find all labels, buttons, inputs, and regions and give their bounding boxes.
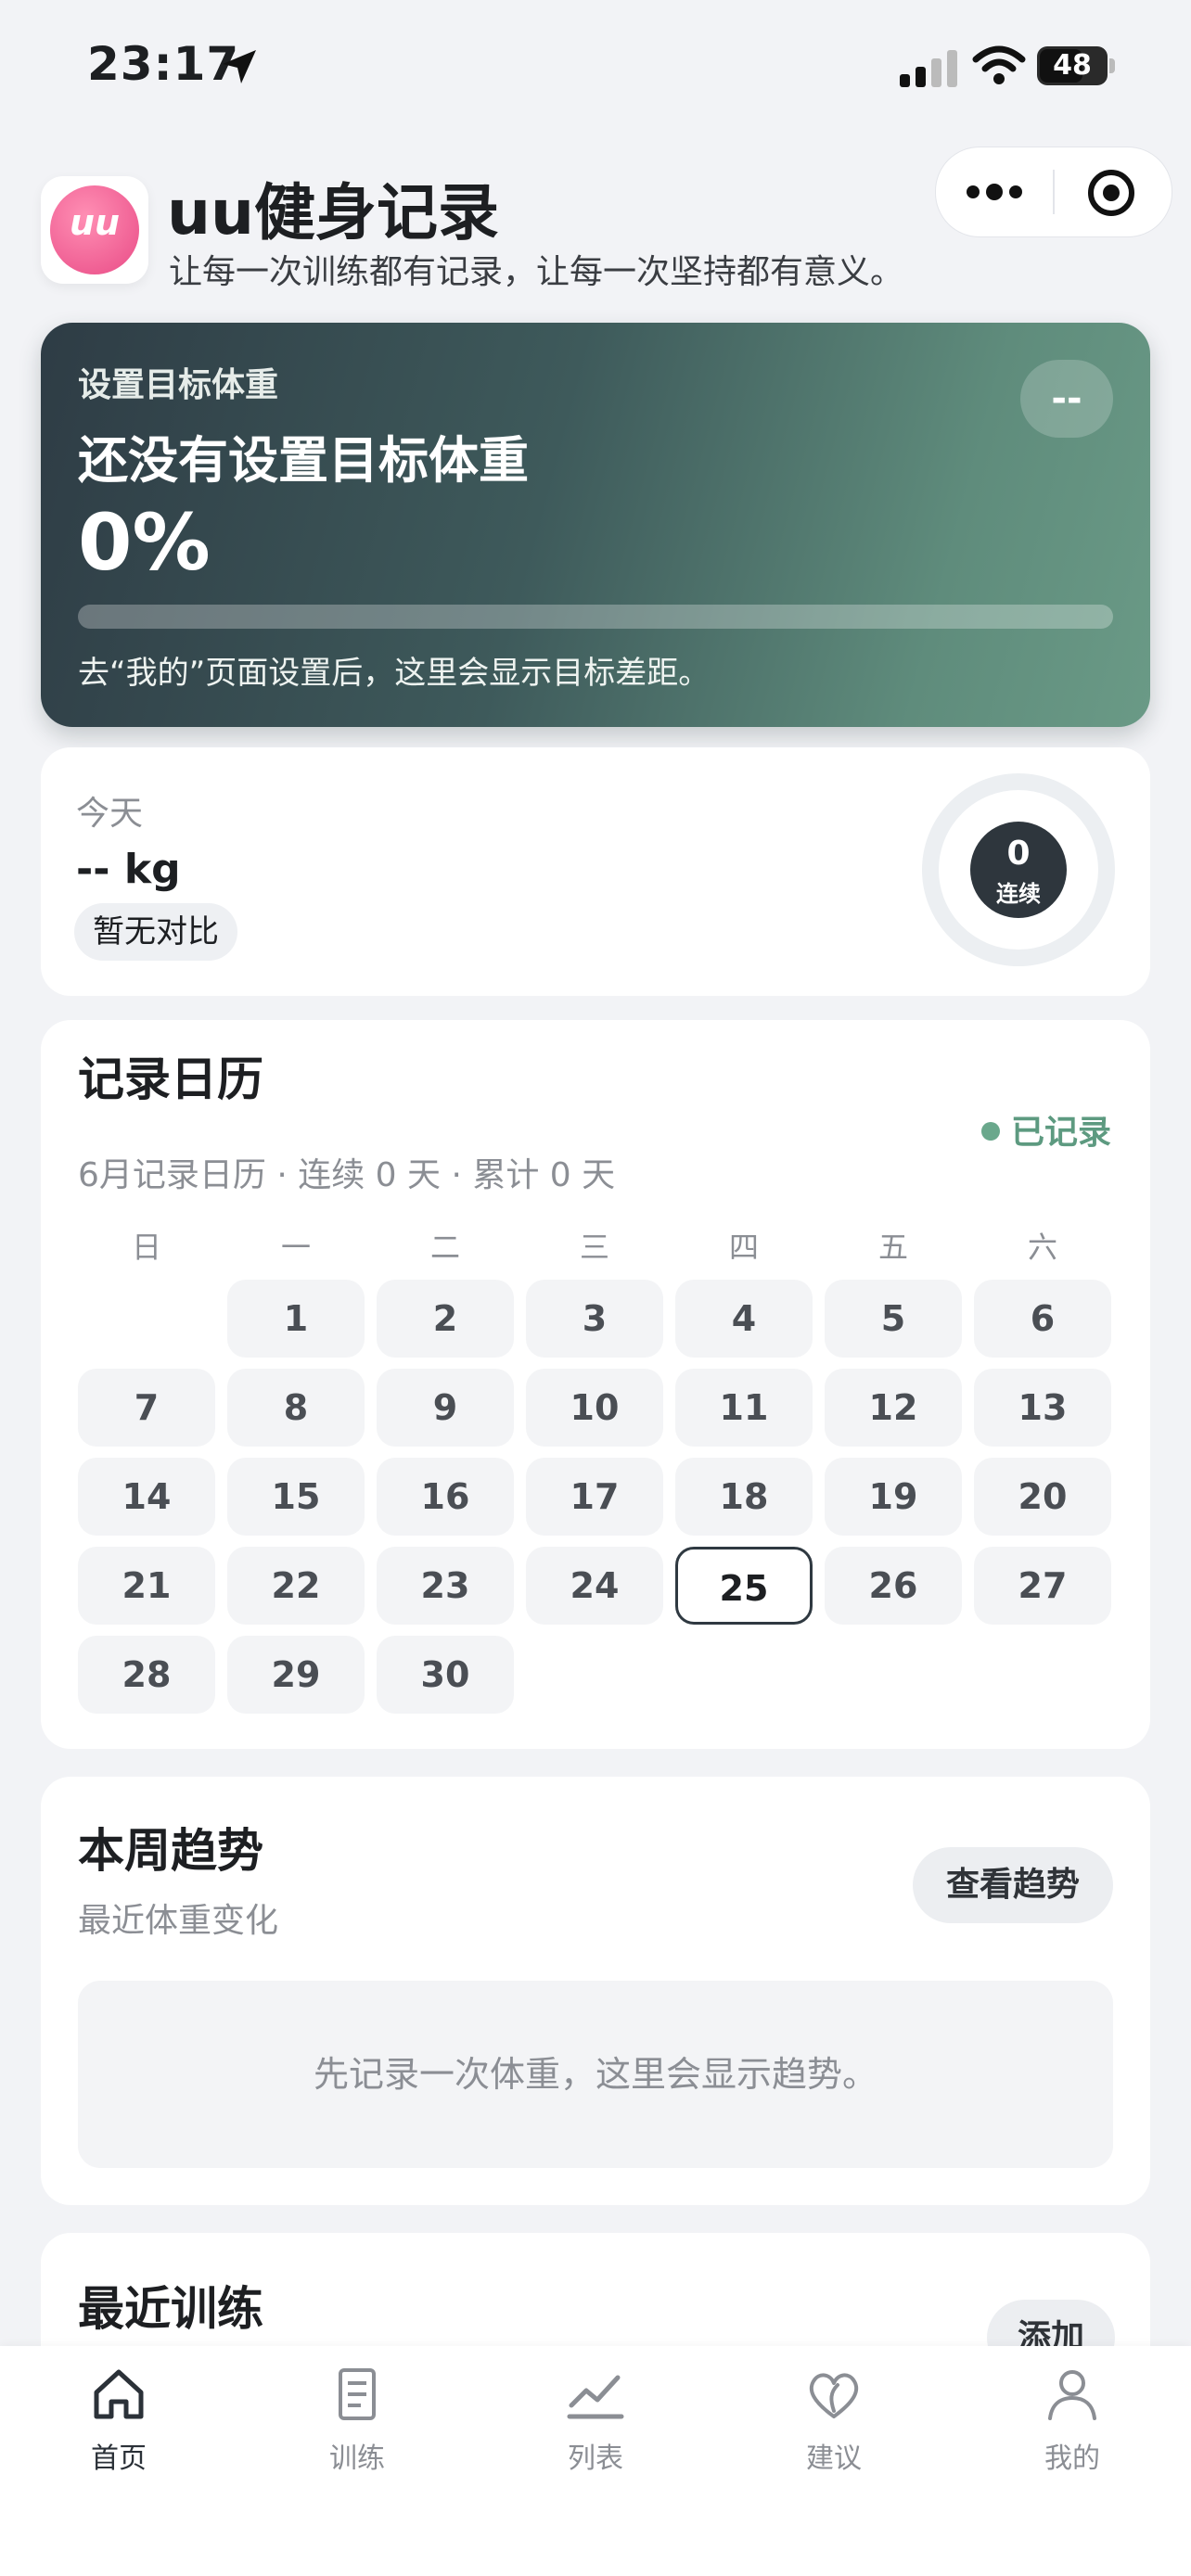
miniprogram-capsule (935, 147, 1172, 237)
capsule-divider (1053, 170, 1055, 214)
weekday-label: 六 (1027, 1230, 1057, 1265)
home-icon (94, 2369, 144, 2419)
calendar-day[interactable]: 22 (227, 1547, 365, 1625)
more-dots-icon[interactable] (964, 175, 1025, 209)
app-logo-text: uu (69, 202, 121, 243)
recorded-dot-icon (981, 1122, 1000, 1141)
calendar-day[interactable]: 13 (974, 1369, 1111, 1447)
calendar-day[interactable]: 18 (675, 1458, 813, 1536)
streak-ring: 0 连续 (922, 773, 1115, 966)
tab-home[interactable]: 首页 (45, 2365, 193, 2476)
calendar-day[interactable]: 20 (974, 1458, 1111, 1536)
weekday-label: 四 (728, 1230, 759, 1265)
tab-label: 首页 (91, 2442, 147, 2475)
compare-badge: 暂无对比 (74, 903, 237, 961)
app-subtitle: 让每一次训练都有记录，让每一次坚持都有意义。 (169, 253, 904, 291)
weekday-label: 一 (280, 1230, 311, 1265)
calendar-day[interactable]: 7 (78, 1369, 215, 1447)
calendar-day[interactable]: 15 (227, 1458, 365, 1536)
calendar-day[interactable]: 28 (78, 1636, 215, 1714)
legend-label: 已记录 (1011, 1114, 1112, 1152)
bottom-tab-bar: 首页 训练 列表 建议 我的 (0, 2346, 1191, 2576)
calendar-day[interactable]: 21 (78, 1547, 215, 1625)
calendar-day[interactable]: 12 (825, 1369, 962, 1447)
weekday-label: 三 (579, 1230, 609, 1265)
calendar-day[interactable]: 5 (825, 1280, 962, 1358)
tab-label: 列表 (568, 2442, 623, 2475)
battery-level: 48 (1053, 49, 1092, 82)
wifi-icon (972, 45, 1026, 84)
calendar-card: 记录日历 已记录 6月记录日历 · 连续 0 天 · 累计 0 天 日 一 二 三 四 五… (41, 1020, 1150, 1749)
tab-label: 建议 (806, 2442, 862, 2475)
view-trend-button[interactable]: 查看趋势 (913, 1847, 1113, 1923)
calendar-day[interactable]: 29 (227, 1636, 365, 1714)
battery-cap (1109, 58, 1115, 73)
tab-list[interactable]: 列表 (521, 2365, 670, 2476)
calendar-day[interactable]: 11 (675, 1369, 813, 1447)
close-target-icon[interactable] (1086, 168, 1136, 218)
calendar-day[interactable]: 4 (675, 1280, 813, 1358)
calendar-day[interactable]: 9 (377, 1369, 514, 1447)
app-logo: uu (41, 176, 148, 284)
goal-badge: -- (1020, 360, 1113, 438)
today-weight: -- kg (76, 846, 181, 893)
calendar-subtitle: 6月记录日历 · 连续 0 天 · 累计 0 天 (78, 1156, 616, 1194)
goal-label: 设置目标体重 (78, 366, 279, 404)
calendar-day[interactable]: 3 (526, 1280, 663, 1358)
calendar-day[interactable]: 1 (227, 1280, 365, 1358)
streak-indicator: 0 连续 (970, 822, 1067, 918)
app-title: uu健身记录 (167, 177, 499, 249)
calendar-title: 记录日历 (78, 1052, 263, 1106)
tab-label: 我的 (1044, 2442, 1100, 2475)
goal-title: 还没有设置目标体重 (78, 431, 529, 490)
calendar-day[interactable]: 19 (825, 1458, 962, 1536)
calendar-day[interactable]: 8 (227, 1369, 365, 1447)
location-arrow-icon (223, 50, 256, 83)
battery-indicator: 48 (1037, 46, 1108, 85)
today-label: 今天 (76, 795, 144, 833)
calendar-day[interactable]: 24 (526, 1547, 663, 1625)
calendar-day[interactable]: 10 (526, 1369, 663, 1447)
weekday-label: 五 (877, 1230, 908, 1265)
tab-label: 训练 (329, 2442, 385, 2475)
calendar-day[interactable]: 23 (377, 1547, 514, 1625)
goal-hint: 去“我的”页面设置后，这里会显示目标差距。 (78, 655, 711, 692)
status-time: 23:17 (87, 37, 240, 91)
trend-empty-state: 先记录一次体重，这里会显示趋势。 (78, 1981, 1113, 2168)
user-icon (1048, 2370, 1096, 2420)
calendar-day[interactable]: 2 (377, 1280, 514, 1358)
goal-progress-bar (78, 605, 1113, 629)
calendar-day[interactable]: 30 (377, 1636, 514, 1714)
streak-count: 0 (1006, 835, 1031, 873)
calendar-day[interactable]: 27 (974, 1547, 1111, 1625)
tab-training[interactable]: 训练 (283, 2365, 431, 2476)
heart-leaf-icon (809, 2373, 859, 2418)
trend-title: 本周趋势 (78, 1824, 263, 1878)
goal-weight-card[interactable]: 设置目标体重 还没有设置目标体重 0% 去“我的”页面设置后，这里会显示目标差距… (41, 323, 1150, 727)
weekly-trend-card: 本周趋势 最近体重变化 查看趋势 先记录一次体重，这里会显示趋势。 (41, 1777, 1150, 2205)
calendar-day[interactable]: 26 (825, 1547, 962, 1625)
goal-percent: 0% (78, 497, 211, 588)
tab-mine[interactable]: 我的 (998, 2365, 1146, 2476)
tab-advice[interactable]: 建议 (760, 2365, 908, 2476)
recent-title: 最近训练 (78, 2282, 263, 2336)
signal-icon (900, 50, 957, 87)
calendar-day[interactable]: 16 (377, 1458, 514, 1536)
weekday-label: 日 (131, 1230, 161, 1265)
today-card[interactable]: 今天 -- kg 暂无对比 0 连续 (41, 747, 1150, 996)
trend-subtitle: 最近体重变化 (78, 1902, 279, 1940)
weekday-label: 二 (429, 1230, 460, 1265)
chart-line-icon (567, 2375, 624, 2419)
calendar-day[interactable]: 17 (526, 1458, 663, 1536)
recorded-legend: 已记录 (981, 1105, 1111, 1154)
streak-label: 连续 (996, 881, 1041, 907)
calendar-day[interactable]: 6 (974, 1280, 1111, 1358)
calendar-day-today[interactable]: 25 (675, 1547, 813, 1625)
calendar-day[interactable]: 14 (78, 1458, 215, 1536)
document-icon (339, 2368, 376, 2420)
